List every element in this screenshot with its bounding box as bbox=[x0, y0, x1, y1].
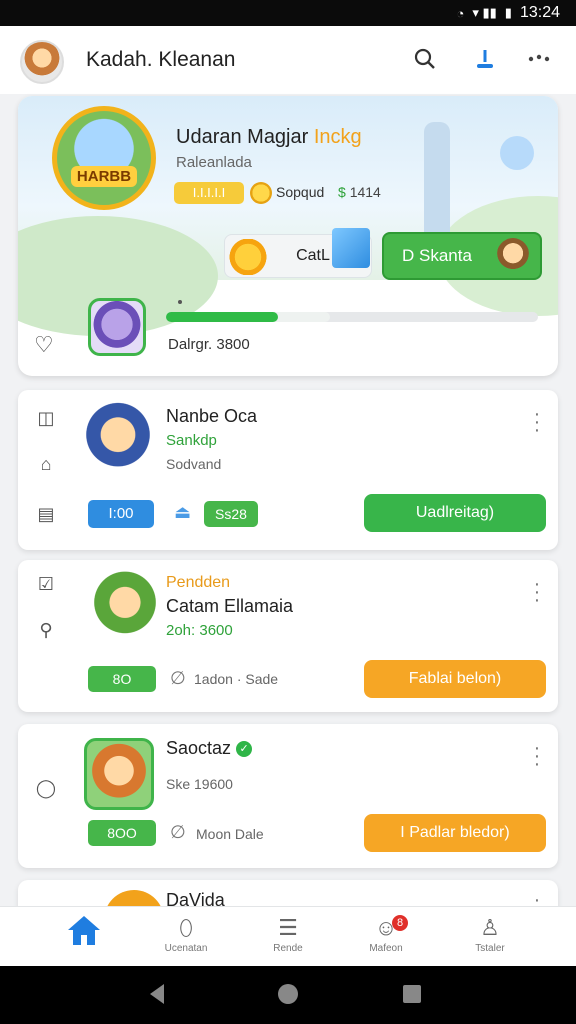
card-subtitle: Sankdp bbox=[166, 432, 217, 449]
card-meta: 1adon · Sade bbox=[194, 671, 279, 687]
leaf-icon: ∅ bbox=[170, 822, 186, 842]
nav-tstaler[interactable]: ♙ Tstaler bbox=[450, 913, 530, 954]
card-detail: Ske 19600 bbox=[166, 776, 233, 792]
card-action-button[interactable]: Uadlreitag) bbox=[364, 494, 546, 532]
back-icon[interactable] bbox=[146, 982, 168, 1011]
progress-marker bbox=[178, 300, 182, 304]
coin-icon bbox=[250, 182, 272, 204]
heart-icon[interactable]: ♡ bbox=[34, 332, 54, 358]
hero-gems: $ 1414 bbox=[338, 184, 381, 200]
home-button-icon[interactable] bbox=[276, 982, 300, 1011]
list-icon: ☰ bbox=[278, 915, 298, 940]
hero-badge: HARBB bbox=[70, 166, 138, 187]
search-icon[interactable]: ⚲ bbox=[34, 618, 58, 642]
hero-character bbox=[80, 402, 156, 488]
hero-title: Udaran Magjar Inckg bbox=[176, 126, 362, 148]
progress-bar bbox=[166, 312, 538, 322]
nav-label: Mafeon bbox=[369, 943, 403, 954]
progress-fill bbox=[166, 312, 278, 322]
hero-coins: Sopqud bbox=[276, 184, 325, 200]
more-icon[interactable]: · · · bbox=[532, 738, 542, 774]
signal-icon: ▾ ▮▮ bbox=[472, 5, 497, 20]
nav-home[interactable] bbox=[44, 913, 124, 945]
cup-icon: ⏏ bbox=[174, 502, 192, 522]
skanta-button[interactable]: D Skanta bbox=[382, 232, 542, 280]
reward-chip: 8O bbox=[88, 666, 156, 692]
wifi-icon: ◔ bbox=[456, 5, 465, 21]
search-icon[interactable] bbox=[410, 44, 440, 74]
bottom-navigation: ⬯ Ucenatan ☰ Rende ☺ 8 Mafeon ♙ Tstaler bbox=[0, 906, 576, 966]
hero-level-pill: I.I.I.I.I bbox=[174, 182, 244, 204]
status-time: 13:24 bbox=[519, 4, 560, 21]
quest-card[interactable]: ☑ ⚲ · · · Pendden Catam Ellamaia 2oh: 3600… bbox=[18, 560, 558, 712]
character-portrait bbox=[84, 738, 154, 810]
status-bar: ◔ ▾ ▮▮ ▮ 13:24 bbox=[0, 0, 576, 26]
search-icon[interactable]: ◯ bbox=[34, 776, 58, 800]
home-icon bbox=[44, 913, 124, 945]
hero-subtitle: Raleanlada bbox=[176, 154, 252, 171]
ranger-character bbox=[88, 568, 162, 654]
more-icon[interactable] bbox=[524, 44, 554, 74]
quest-card[interactable]: ◫ ⌂ ▤ · · · Nanbe Oca Sankdp Sodvand I:00 … bbox=[18, 390, 558, 550]
camera-icon[interactable]: ◫ bbox=[34, 406, 58, 430]
player-avatar[interactable] bbox=[88, 298, 146, 356]
reward-chip: Ss28 bbox=[204, 501, 258, 527]
document-icon[interactable]: ▤ bbox=[34, 502, 58, 526]
nav-mafeon[interactable]: ☺ 8 Mafeon bbox=[346, 913, 426, 954]
card-title: Nanbe Oca bbox=[166, 406, 258, 426]
leaf-icon: ⬯ bbox=[179, 915, 193, 940]
more-icon[interactable]: · · · bbox=[532, 404, 542, 440]
sun-icon bbox=[229, 239, 267, 275]
quest-card[interactable]: ◯ · · · Saoctaz ✓ Ske 19600 8OO ∅ Moon Dal… bbox=[18, 724, 558, 868]
home-icon[interactable]: ⌂ bbox=[34, 452, 58, 476]
battery-icon: ▮ bbox=[504, 5, 512, 20]
system-navigation bbox=[0, 966, 576, 1024]
hero-avatar-frame: HARBB bbox=[52, 106, 156, 210]
nav-rende[interactable]: ☰ Rende bbox=[248, 913, 328, 954]
recents-icon[interactable] bbox=[402, 984, 422, 1009]
nav-label: Ucenatan bbox=[164, 943, 208, 954]
upload-icon[interactable] bbox=[470, 44, 500, 74]
reward-chip: 8OO bbox=[88, 820, 156, 846]
time-chip: I:00 bbox=[88, 500, 154, 528]
nav-label: Tstaler bbox=[475, 943, 505, 954]
character-icon bbox=[496, 238, 530, 276]
profile-icon: ♙ bbox=[480, 915, 500, 940]
user-avatar[interactable] bbox=[20, 40, 64, 84]
hero-card[interactable]: HARBB Udaran Magjar Inckg Raleanlada I.I… bbox=[18, 96, 558, 376]
chat-icon: ☺ bbox=[374, 915, 398, 940]
more-icon[interactable]: · · · bbox=[532, 574, 542, 610]
card-title: Catam Ellamaia bbox=[166, 596, 294, 616]
nav-label: Rende bbox=[273, 943, 303, 954]
card-detail: Sodvand bbox=[166, 456, 222, 472]
card-title: Saoctaz ✓ bbox=[166, 738, 253, 759]
leaf-icon: ∅ bbox=[170, 668, 186, 688]
card-action-button[interactable]: Fablai belon) bbox=[364, 660, 546, 698]
cube-icon bbox=[332, 228, 370, 268]
nav-ucenatan[interactable]: ⬯ Ucenatan bbox=[146, 913, 226, 954]
notification-badge: 8 bbox=[392, 915, 408, 931]
card-category: Pendden bbox=[166, 574, 231, 591]
card-action-button[interactable]: I Padlar bledor) bbox=[364, 814, 546, 852]
progress-label: Dalrgr. 3800 bbox=[168, 336, 250, 353]
app-bar: Kadah. Kleanan bbox=[0, 26, 576, 94]
card-meta: Moon Dale bbox=[196, 826, 264, 842]
card-subtitle: 2oh: 3600 bbox=[166, 622, 233, 639]
verified-icon: ✓ bbox=[236, 741, 253, 758]
checkbox-icon[interactable]: ☑ bbox=[34, 572, 58, 596]
app-title: Kadah. Kleanan bbox=[86, 48, 236, 71]
